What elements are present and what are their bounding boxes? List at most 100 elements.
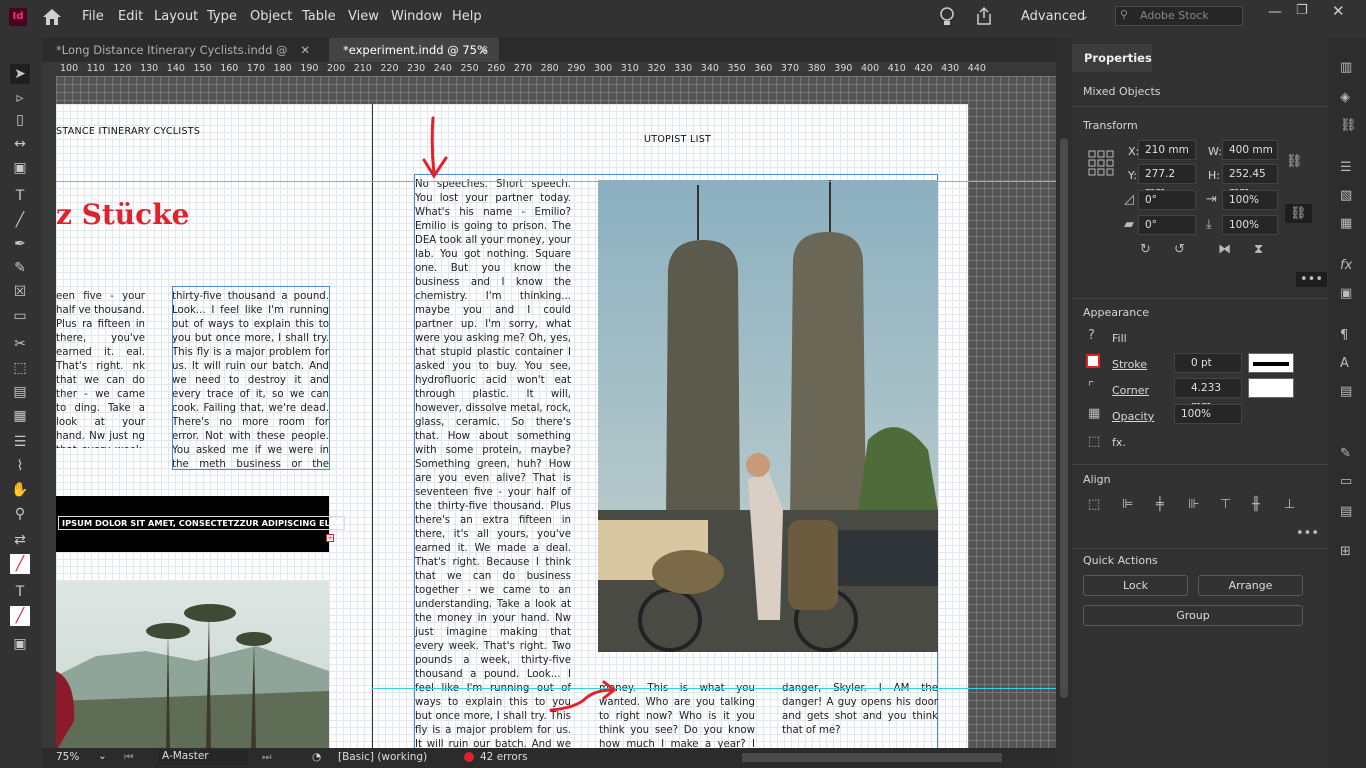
banner-text[interactable]: IPSUM DOLOR SIT AMET, CONSECTETZZUR ADIP… (58, 516, 345, 530)
pencil-tool-icon[interactable]: ✎ (10, 258, 30, 278)
horizontal-guide[interactable] (372, 688, 1056, 689)
flip-vertical-icon[interactable]: ⧗ (1254, 242, 1263, 257)
stroke-label[interactable]: Stroke (1112, 358, 1147, 371)
reference-point-icon[interactable] (1088, 150, 1114, 176)
overset-text-icon[interactable]: + (326, 534, 334, 542)
preflight-profile[interactable]: [Basic] (working) (338, 751, 427, 763)
first-page-icon[interactable]: ⏮ (124, 751, 133, 764)
opacity-field[interactable]: 100% (1174, 404, 1242, 424)
hand-tool-icon[interactable]: ✋ (10, 480, 30, 500)
fill-swatch-icon[interactable]: ? (1088, 328, 1095, 343)
height-field[interactable]: 252.45 mm (1222, 164, 1278, 198)
bicycle-tower-photo[interactable] (598, 180, 938, 652)
align-left-icon[interactable]: ⊫ (1122, 497, 1133, 512)
color-panel-icon[interactable]: ▧ (1340, 188, 1352, 203)
fill-stroke-swap-icon[interactable]: ⇄ (10, 530, 30, 550)
chevron-down-icon[interactable]: ⌄ (98, 750, 107, 762)
rectangle-tool-icon[interactable]: ▭ (10, 306, 30, 326)
stroke-panel-icon[interactable]: ☰ (1340, 160, 1352, 175)
align-to-selection-icon[interactable]: ⬚ (1088, 497, 1100, 512)
scroll-thumb[interactable] (1060, 138, 1068, 698)
effects-button[interactable]: fx. (1112, 436, 1126, 449)
corner-shape-select[interactable] (1248, 378, 1294, 398)
left-page-title[interactable]: z Stücke (56, 198, 189, 231)
right-text-column-2[interactable]: danger, Skyler. I AM the danger! A guy o… (782, 682, 938, 748)
line-tool-icon[interactable]: ╱ (10, 210, 30, 230)
tab-experiment[interactable]: *experiment.indd @ 75% ✕ (329, 38, 499, 62)
shear-field[interactable]: 0° (1138, 215, 1196, 235)
corner-size-field[interactable]: 4.233 mm (1174, 378, 1242, 412)
opacity-label[interactable]: Opacity (1112, 410, 1154, 423)
stroke-type-select[interactable] (1248, 353, 1294, 373)
horizontal-guide[interactable] (56, 181, 1056, 182)
gradient-feather-tool-icon[interactable]: ▦ (10, 406, 30, 426)
corner-label[interactable]: Corner (1112, 384, 1149, 397)
y-position-field[interactable]: 277.2 mm (1138, 164, 1196, 198)
swatches-panel-icon[interactable]: ▦ (1340, 216, 1352, 231)
scale-y-field[interactable]: 100% (1222, 215, 1278, 235)
stroke-swatch-icon[interactable]: ╱ (10, 554, 30, 574)
left-text-column-1[interactable]: een five - your half ve thousand. Plus r… (56, 290, 145, 448)
menu-type[interactable]: Type (207, 9, 237, 24)
gradient-swatch-tool-icon[interactable]: ▤ (10, 382, 30, 402)
scissors-tool-icon[interactable]: ✂ (10, 334, 30, 354)
zoom-level[interactable]: 75% (56, 751, 79, 763)
selection-tool-icon[interactable]: ➤ (10, 64, 30, 84)
layers-panel-icon[interactable]: ◈ (1340, 90, 1350, 105)
last-page-icon[interactable]: ⏭ (262, 751, 271, 764)
right-running-header[interactable]: UTOPIST LIST (644, 134, 711, 145)
close-window-icon[interactable]: ✕ (1332, 2, 1345, 20)
align-top-icon[interactable]: ⊤ (1220, 497, 1231, 512)
effects-panel-icon[interactable]: fx (1340, 258, 1352, 273)
minimize-icon[interactable]: — (1268, 4, 1282, 20)
rotate-cw-icon[interactable]: ↻ (1140, 242, 1151, 257)
notes-panel-icon[interactable]: ▤ (1340, 504, 1352, 519)
content-collector-icon[interactable]: ▣ (10, 158, 30, 178)
vertical-scrollbar[interactable] (1056, 38, 1072, 768)
restore-icon[interactable]: ❐ (1296, 3, 1308, 18)
rectangle-frame-tool-icon[interactable]: ☒ (10, 282, 30, 302)
direct-selection-tool-icon[interactable]: ▹ (10, 88, 30, 108)
text-wrap-icon[interactable]: ▤ (1340, 384, 1352, 399)
table-panel-icon[interactable]: ⊞ (1340, 544, 1351, 559)
stroke-weight-field[interactable]: 0 pt (1174, 353, 1242, 373)
arrange-button[interactable]: Arrange (1198, 575, 1303, 596)
scale-x-field[interactable]: 100% (1222, 190, 1278, 210)
character-styles-icon[interactable]: A (1340, 356, 1349, 371)
workspace-switcher[interactable]: Advanced (1021, 9, 1085, 24)
pages-panel-icon[interactable]: ▥ (1340, 60, 1352, 75)
horizontal-ruler[interactable]: 100 110 120 130 140 150 160 170 180 190 200 210 220 2… (42, 62, 1056, 76)
more-options-icon[interactable]: ••• (1296, 272, 1328, 287)
document-canvas[interactable]: STANCE ITINERARY CYCLISTS UTOPIST LIST z… (56, 76, 1056, 748)
menu-window[interactable]: Window (391, 9, 442, 24)
align-horizontal-center-icon[interactable]: ╪ (1156, 497, 1164, 512)
apply-none-icon[interactable]: ╱ (10, 606, 30, 626)
rotation-field[interactable]: 0° (1138, 190, 1196, 210)
eyedropper-tool-icon[interactable]: ⌇ (10, 456, 30, 476)
page-number-field[interactable]: A-Master (158, 750, 248, 765)
gap-tool-icon[interactable]: ↔ (10, 134, 30, 154)
note-tool-icon[interactable]: ☰ (10, 432, 30, 452)
rotate-ccw-icon[interactable]: ↺ (1174, 242, 1185, 257)
width-field[interactable]: 400 mm (1222, 140, 1278, 160)
menu-help[interactable]: Help (452, 9, 482, 24)
left-running-header[interactable]: STANCE ITINERARY CYCLISTS (56, 126, 200, 137)
lock-button[interactable]: Lock (1083, 575, 1188, 596)
more-align-icon[interactable]: ••• (1296, 526, 1319, 541)
page-tool-icon[interactable]: ▯ (10, 110, 30, 130)
stroke-swatch-icon[interactable] (1086, 354, 1100, 368)
menu-edit[interactable]: Edit (118, 9, 143, 24)
black-banner[interactable]: IPSUM DOLOR SIT AMET, CONSECTETZZUR ADIP… (56, 496, 345, 552)
stock-search-input[interactable]: Adobe Stock (1115, 6, 1243, 26)
type-tool-icon[interactable]: T (10, 186, 30, 206)
chevron-down-icon[interactable]: ⌄ (1080, 9, 1089, 22)
constrain-proportions-icon[interactable]: ⛓ (1286, 154, 1303, 169)
align-bottom-icon[interactable]: ⊥ (1284, 497, 1295, 512)
flip-horizontal-icon[interactable]: ⧓ (1218, 242, 1231, 257)
right-text-column-1[interactable]: money. This is what you wanted. Who are … (599, 682, 755, 748)
menu-object[interactable]: Object (250, 9, 292, 24)
home-icon[interactable] (42, 8, 62, 26)
align-right-icon[interactable]: ⊪ (1188, 497, 1199, 512)
zoom-tool-icon[interactable]: ⚲ (10, 504, 30, 524)
gradient-panel-icon[interactable]: ▣ (1340, 286, 1352, 301)
